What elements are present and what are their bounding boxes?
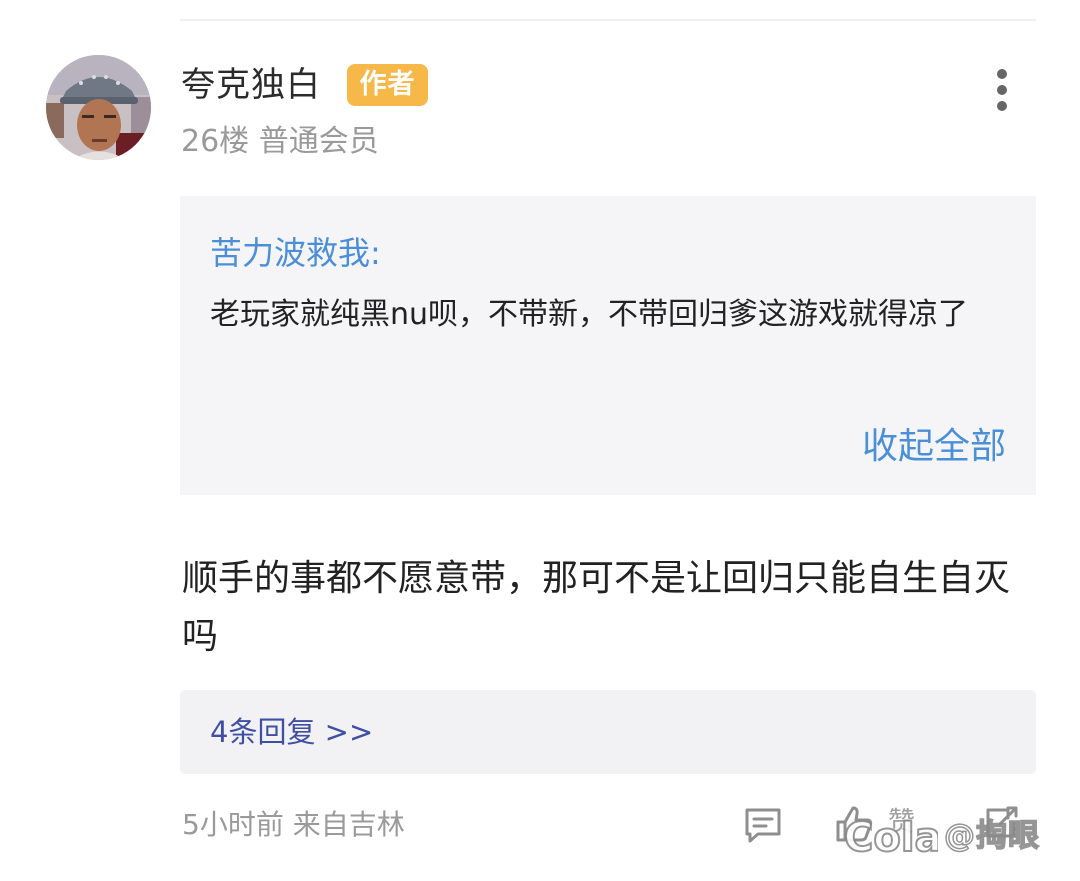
collapse-all-button[interactable]: 收起全部 [862, 424, 1006, 470]
divider [180, 19, 1036, 21]
replies-panel[interactable]: 4条回复 >> [180, 690, 1036, 774]
quote-text: 老玩家就纯黑nu呗，不带新，不带回归爹这游戏就得凉了 [210, 297, 969, 332]
quoted-reply: 苦力波救我: 老玩家就纯黑nu呗，不带新，不带回归爹这游戏就得凉了 收起全部 [180, 196, 1036, 495]
watermark-logo-text: Cola [844, 815, 938, 861]
more-dot [997, 101, 1007, 111]
view-replies-link[interactable]: 4条回复 >> [210, 711, 373, 753]
watermark-handle: @掏眼 [943, 817, 1040, 855]
more-dot [997, 69, 1007, 79]
comment-icon[interactable] [742, 804, 784, 846]
more-vertical-icon[interactable] [985, 67, 1019, 113]
more-dot [997, 85, 1007, 95]
comment-text: 顺手的事都不愿意带，那可不是让回归只能自生自灭吗 [182, 558, 1011, 657]
watermark: Cola @掏眼 [840, 808, 1040, 864]
quote-author[interactable]: 苦力波救我: [210, 231, 381, 275]
username[interactable]: 夸克独白 [181, 63, 321, 107]
post-meta: 5小时前 来自吉林 [182, 808, 405, 841]
watermark-logo-icon: Cola [843, 814, 938, 862]
comment-card: 夸克独白 作者 26楼 普通会员 苦力波救我: 老玩家就纯黑nu呗，不带新，不带… [0, 0, 1080, 881]
author-badge: 作者 [347, 64, 428, 106]
avatar[interactable] [46, 55, 151, 160]
user-meta: 26楼 普通会员 [181, 124, 379, 159]
avatar-photo-icon [46, 55, 151, 160]
